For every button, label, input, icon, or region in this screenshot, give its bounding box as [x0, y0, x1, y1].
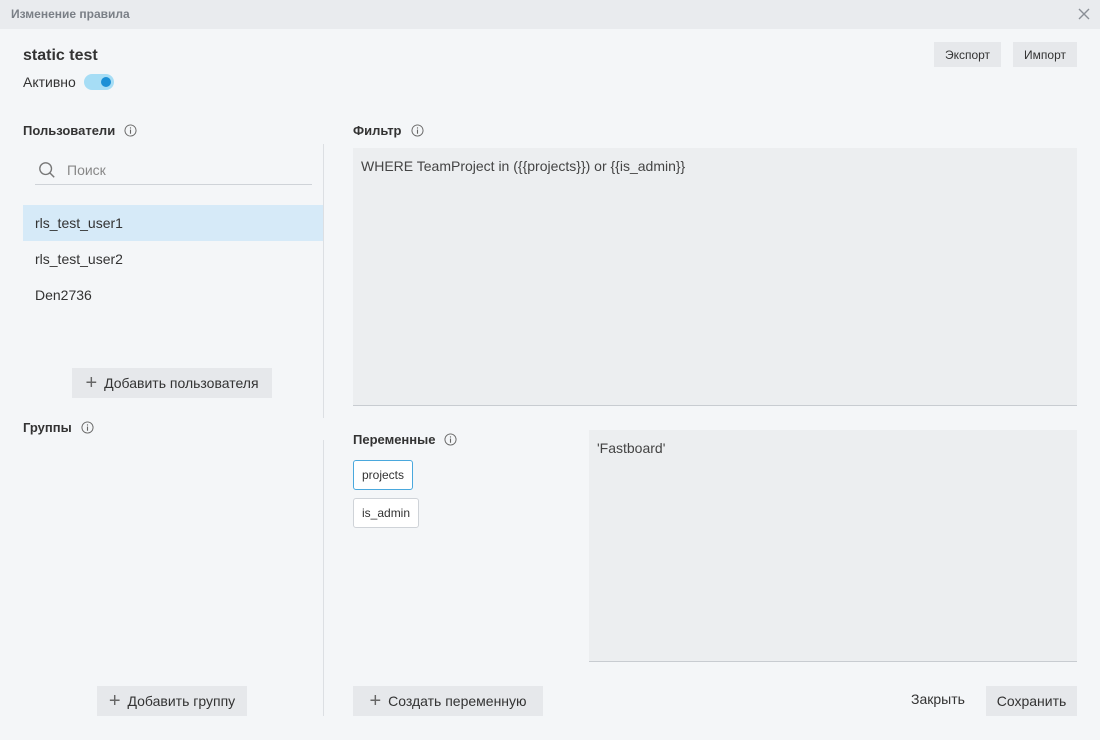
- active-toggle[interactable]: [83, 74, 114, 90]
- variables-title: Переменные: [353, 432, 436, 447]
- search-input[interactable]: [65, 160, 295, 179]
- close-icon[interactable]: [1076, 6, 1092, 22]
- filter-section-title: Фильтр: [353, 123, 424, 138]
- add-user-label: Добавить пользователя: [104, 375, 259, 391]
- groups-section-title: Группы: [23, 420, 94, 435]
- add-group-button[interactable]: + Добавить группу: [97, 686, 247, 716]
- toggle-knob: [100, 77, 111, 87]
- filter-editor[interactable]: WHERE TeamProject in ({{projects}}) or {…: [353, 148, 1077, 406]
- export-button[interactable]: Экспорт: [934, 42, 1001, 67]
- close-button[interactable]: Закрыть: [911, 691, 965, 707]
- create-variable-label: Создать переменную: [388, 693, 527, 709]
- user-list-item[interactable]: Den2736: [23, 277, 323, 313]
- plus-icon: +: [108, 690, 121, 712]
- info-icon[interactable]: [444, 433, 458, 446]
- filter-text: WHERE TeamProject in ({{projects}}) or {…: [361, 158, 686, 174]
- user-search: [35, 155, 312, 185]
- variable-chip-projects[interactable]: projects: [353, 460, 414, 490]
- groups-title: Группы: [23, 420, 72, 435]
- info-icon[interactable]: [81, 421, 94, 434]
- add-user-button[interactable]: + Добавить пользователя: [72, 368, 272, 398]
- info-icon[interactable]: [410, 124, 424, 137]
- divider: [323, 144, 324, 418]
- save-button[interactable]: Сохранить: [986, 686, 1077, 716]
- info-icon[interactable]: [124, 124, 137, 137]
- plus-icon: +: [369, 690, 382, 712]
- import-button[interactable]: Импорт: [1013, 42, 1077, 67]
- user-list-item[interactable]: rls_test_user2: [23, 241, 323, 277]
- add-group-label: Добавить группу: [127, 693, 236, 709]
- users-section-title: Пользователи: [23, 123, 137, 138]
- filter-title: Фильтр: [353, 123, 402, 138]
- plus-icon: +: [85, 372, 98, 394]
- variable-value-editor[interactable]: 'Fastboard': [589, 430, 1077, 662]
- rule-name: static test: [23, 47, 98, 64]
- dialog-title: Изменение правила: [11, 7, 130, 21]
- create-variable-button[interactable]: + Создать переменную: [353, 686, 543, 716]
- users-title: Пользователи: [23, 123, 116, 138]
- variable-chip-is-admin[interactable]: is_admin: [353, 498, 420, 528]
- active-label: Активно: [23, 74, 76, 90]
- divider: [323, 440, 324, 716]
- search-icon: [39, 161, 55, 178]
- variable-value-text: 'Fastboard': [597, 440, 666, 456]
- active-row: Активно: [23, 72, 114, 92]
- dialog-titlebar: Изменение правила: [0, 0, 1100, 29]
- user-list: rls_test_user1 rls_test_user2 Den2736: [23, 205, 323, 313]
- user-list-item[interactable]: rls_test_user1: [23, 205, 323, 241]
- variables-section-title: Переменные: [353, 432, 458, 447]
